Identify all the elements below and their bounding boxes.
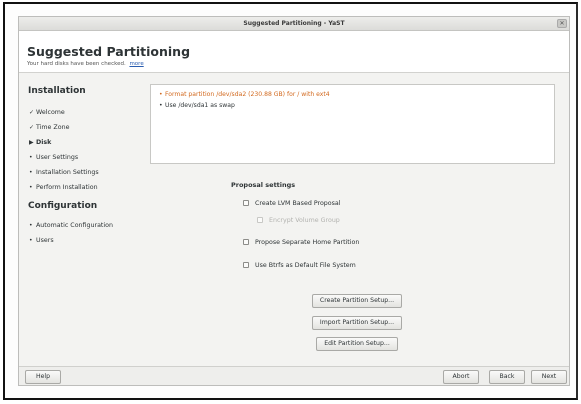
sidebar-item-label: Users bbox=[36, 237, 54, 244]
checkbox-label: Propose Separate Home Partition bbox=[255, 239, 360, 246]
bullet-icon: • bbox=[29, 169, 33, 176]
abort-button[interactable]: Abort bbox=[443, 370, 479, 384]
page-header: Suggested Partitioning Your hard disks h… bbox=[19, 31, 569, 73]
sidebar-item-perform-installation: • Perform Installation bbox=[29, 184, 98, 191]
sidebar-item-label: Welcome bbox=[36, 109, 65, 116]
separate-home-checkbox[interactable]: Propose Separate Home Partition bbox=[243, 239, 359, 246]
close-icon[interactable]: ✕ bbox=[557, 19, 567, 28]
checkmark-icon: ✓ bbox=[29, 109, 35, 116]
back-button[interactable]: Back bbox=[489, 370, 525, 384]
installer-window: Suggested Partitioning - YaST ✕ Suggeste… bbox=[18, 16, 570, 386]
checkbox-box[interactable] bbox=[243, 262, 249, 268]
bullet-icon: • bbox=[29, 184, 33, 191]
checkbox-box[interactable] bbox=[243, 239, 249, 245]
encrypt-volume-group-checkbox: Encrypt Volume Group bbox=[257, 217, 340, 224]
lvm-proposal-checkbox[interactable]: Create LVM Based Proposal bbox=[243, 200, 341, 207]
current-step-arrow-icon: ▶ bbox=[29, 139, 34, 146]
sidebar-heading-configuration: Configuration bbox=[28, 201, 98, 211]
sidebar-item-label: User Settings bbox=[36, 154, 79, 161]
bullet-icon: • bbox=[29, 154, 33, 161]
sidebar-item-label: Installation Settings bbox=[36, 169, 99, 176]
sidebar-heading-installation: Installation bbox=[28, 86, 86, 96]
window-titlebar: Suggested Partitioning - YaST ✕ bbox=[19, 17, 569, 31]
sidebar-item-welcome: ✓ Welcome bbox=[29, 109, 65, 116]
sidebar-item-installation-settings: • Installation Settings bbox=[29, 169, 99, 176]
sidebar-item-users: • Users bbox=[29, 237, 54, 244]
checkbox-box bbox=[257, 217, 263, 223]
summary-item-text: Use /dev/sda1 as swap bbox=[165, 102, 235, 109]
subtitle-text: Your hard disks have been checked. bbox=[27, 61, 126, 67]
sidebar-item-automatic-configuration: • Automatic Configuration bbox=[29, 222, 113, 229]
next-button[interactable]: Next bbox=[531, 370, 567, 384]
summary-item-text: Format partition /dev/sda2 (230.88 GB) f… bbox=[165, 91, 330, 98]
btrfs-default-checkbox[interactable]: Use Btrfs as Default File System bbox=[243, 262, 356, 269]
create-partition-setup-button[interactable]: Create Partition Setup... bbox=[312, 294, 402, 308]
bullet-icon: • bbox=[29, 222, 33, 229]
bullet-icon: • bbox=[29, 237, 33, 244]
checkbox-label: Encrypt Volume Group bbox=[269, 217, 340, 224]
partition-summary: • Format partition /dev/sda2 (230.88 GB) … bbox=[150, 84, 555, 164]
page-subtitle: Your hard disks have been checked. more bbox=[27, 61, 144, 67]
summary-item: • Use /dev/sda1 as swap bbox=[159, 102, 235, 109]
sidebar-item-label: Disk bbox=[36, 139, 52, 146]
sidebar-item-user-settings: • User Settings bbox=[29, 154, 78, 161]
checkbox-label: Use Btrfs as Default File System bbox=[255, 262, 356, 269]
help-button[interactable]: Help bbox=[25, 370, 61, 384]
sidebar-item-time-zone: ✓ Time Zone bbox=[29, 124, 69, 131]
more-link[interactable]: more bbox=[129, 61, 143, 67]
checkmark-icon: ✓ bbox=[29, 124, 35, 131]
window-title: Suggested Partitioning - YaST bbox=[243, 20, 345, 27]
import-partition-setup-button[interactable]: Import Partition Setup... bbox=[312, 316, 402, 330]
checkbox-box[interactable] bbox=[243, 200, 249, 206]
page-title: Suggested Partitioning bbox=[27, 44, 191, 59]
sidebar-item-label: Automatic Configuration bbox=[36, 222, 113, 229]
sidebar-item-label: Perform Installation bbox=[36, 184, 98, 191]
sidebar: Installation ✓ Welcome ✓ Time Zone ▶ Disk •… bbox=[19, 74, 143, 366]
footer-bar: Help Abort Back Next bbox=[19, 366, 569, 385]
sidebar-item-disk: ▶ Disk bbox=[29, 139, 51, 146]
edit-partition-setup-button[interactable]: Edit Partition Setup... bbox=[316, 337, 398, 351]
proposal-settings-heading: Proposal settings bbox=[231, 181, 296, 189]
summary-item: • Format partition /dev/sda2 (230.88 GB) … bbox=[159, 91, 330, 98]
sidebar-item-label: Time Zone bbox=[36, 124, 70, 131]
checkbox-label: Create LVM Based Proposal bbox=[255, 200, 341, 207]
